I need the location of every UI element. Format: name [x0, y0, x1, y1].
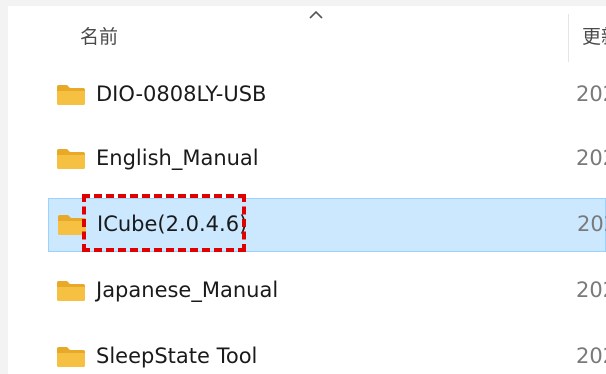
file-row-japanese-manual[interactable]: Japanese_Manual 202 — [48, 264, 606, 318]
date-column-header[interactable]: 更新 — [582, 22, 606, 49]
folder-icon — [57, 149, 85, 169]
folder-icon — [57, 281, 85, 301]
file-row-english-manual[interactable]: English_Manual 202 — [48, 132, 606, 186]
column-divider[interactable] — [568, 14, 569, 62]
file-name: English_Manual — [96, 146, 259, 170]
file-date: 202 — [576, 278, 606, 302]
file-row-dio-0808ly-usb[interactable]: DIO-0808LY-USB 202 — [48, 68, 606, 122]
file-explorer-window: 名前 更新 DIO-0808LY-USB 202 English_Manual … — [0, 0, 606, 374]
file-date: 202 — [577, 212, 606, 236]
folder-icon — [57, 85, 85, 105]
column-header: 名前 更新 — [8, 6, 606, 62]
file-name: SleepState Tool — [96, 344, 258, 368]
file-row-sleepstate-tool[interactable]: SleepState Tool 202 — [48, 330, 606, 374]
navigation-pane-edge — [0, 0, 8, 374]
file-name: Japanese_Manual — [96, 278, 279, 302]
file-date: 202 — [576, 82, 606, 106]
annotation-highlight-box — [82, 194, 246, 252]
folder-icon — [57, 347, 85, 367]
file-name: DIO-0808LY-USB — [96, 82, 267, 106]
file-date: 202 — [576, 146, 606, 170]
name-column-header[interactable]: 名前 — [80, 22, 118, 49]
chevron-up-icon[interactable] — [308, 10, 324, 20]
file-date: 202 — [576, 344, 606, 368]
